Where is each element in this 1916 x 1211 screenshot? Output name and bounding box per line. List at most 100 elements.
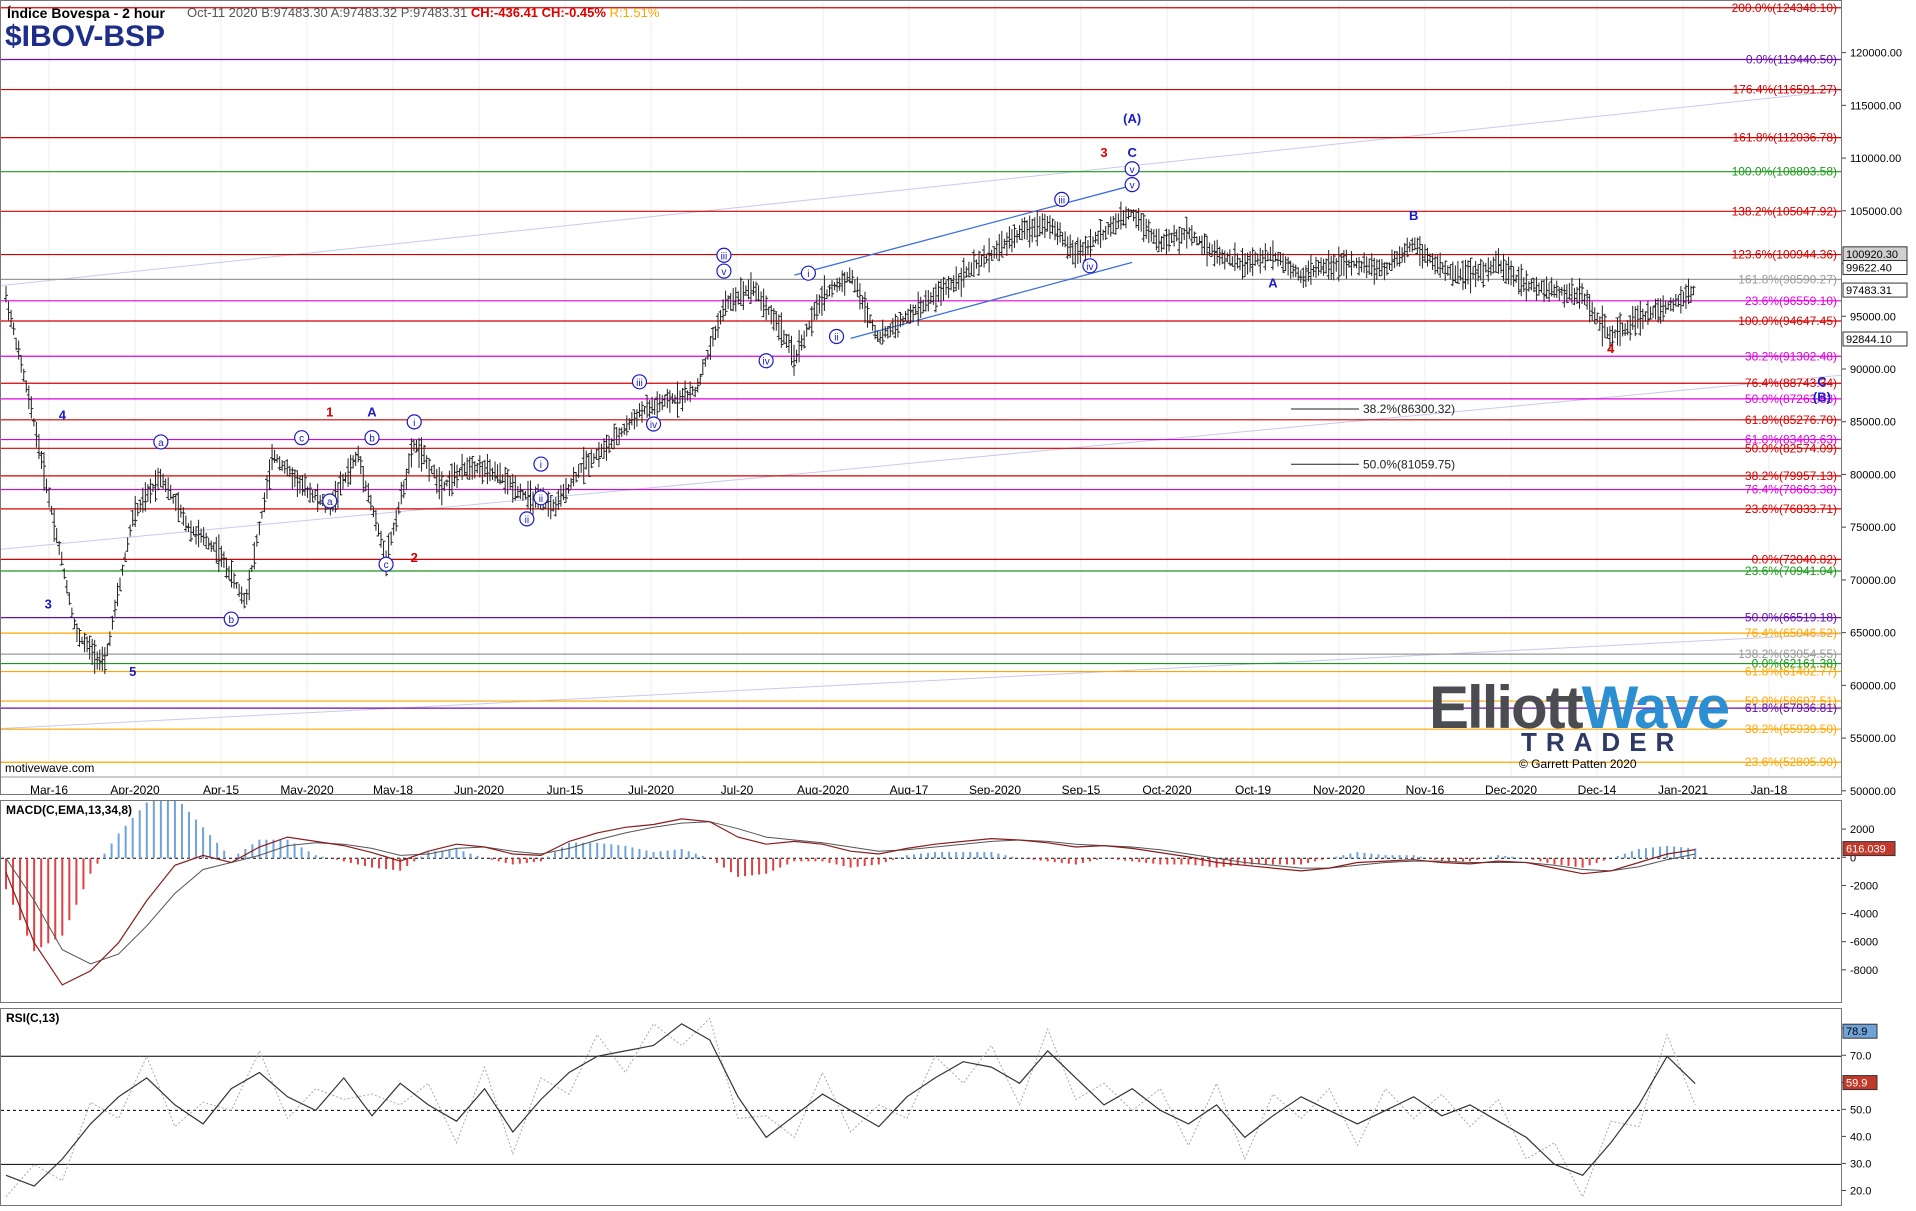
fib-level-label: 61.8%(57936.81)	[1745, 701, 1837, 715]
wave-label: 5	[129, 664, 136, 679]
fib-level-label: 100.0%(94647.45)	[1738, 314, 1837, 328]
x-tick-label: Oct-19	[1235, 783, 1271, 795]
price-pane[interactable]: Mar-16 Apr-2020 Apr-15 May-2020 May-18 Jun-20…	[0, 0, 1842, 795]
wave-circle-label: iv	[650, 420, 657, 431]
y-tick-label: 60000.00	[1850, 680, 1896, 692]
rsi-value-label: 78.9	[1846, 1026, 1867, 1038]
wave-circle-label: iii	[1058, 195, 1065, 206]
macd-title: MACD(C,EMA,13,34,8)	[6, 803, 133, 817]
wave-circle-label: i	[540, 460, 542, 471]
trend-line	[1, 90, 1841, 287]
copyright-note: © Garrett Patten 2020	[1519, 757, 1637, 771]
logo-subtitle: TRADER	[1521, 727, 1684, 757]
price-box-label: 97483.31	[1846, 285, 1892, 297]
wave-label: 4	[1607, 341, 1615, 356]
price-axis-svg: 50000.00 55000.00 60000.00 65000.00 70000.00…	[1842, 48, 1908, 798]
quote-change: CH:-436.41 CH:-0.45%	[470, 5, 606, 20]
wave-label: (B)	[1813, 390, 1831, 405]
macd-axis[interactable]: 2000 0 -2000 -4000 -6000 -8000 616.039	[1842, 800, 1916, 1003]
y-tick-label: 115000.00	[1850, 100, 1901, 112]
quote-range: R:1.51%	[609, 5, 660, 20]
x-tick-label: Dec-2020	[1485, 783, 1537, 795]
wave-circle-label: iii	[636, 378, 643, 389]
macd-pane[interactable]: MACD(C,EMA,13,34,8)	[0, 800, 1842, 1003]
rsi-fast-line	[5, 1017, 1696, 1199]
wave-label: C	[1817, 374, 1827, 389]
wave-circle-label: v	[1130, 165, 1135, 176]
rsi-line	[5, 1023, 1696, 1187]
x-tick-label: Jan-18	[1751, 783, 1788, 795]
x-tick-label: Sep-2020	[969, 783, 1021, 795]
fib-level-label: 76.4%(78663.38)	[1745, 483, 1837, 497]
price-box-label: 99622.40	[1846, 263, 1892, 275]
x-tick-label: Jul-20	[721, 783, 754, 795]
quote-prices: Oct-11 2020 B:97483.30 A:97483.32 P:9748…	[187, 5, 468, 20]
x-tick-label: Mar-16	[30, 783, 68, 795]
x-tick-label: Sep-15	[1062, 783, 1101, 795]
wave-circle-label: a	[327, 497, 333, 508]
y-tick-label: -2000	[1850, 880, 1878, 892]
wave-circle-label: a	[158, 438, 164, 449]
x-tick-label: May-2020	[280, 783, 334, 795]
target-label: 38.2%(86300.32)	[1363, 402, 1455, 416]
x-tick-label: Jun-2020	[454, 783, 504, 795]
macd-value-label: 616.039	[1846, 844, 1886, 856]
rsi-value-label: 59.9	[1846, 1078, 1867, 1090]
fib-level-label: 123.6%(100944.36)	[1732, 248, 1837, 262]
y-tick-label: 80000.00	[1850, 469, 1896, 481]
x-tick-label: Apr-2020	[110, 783, 160, 795]
y-tick-label: -8000	[1850, 965, 1878, 977]
wave-label: A	[1268, 276, 1278, 291]
wave-label: B	[1409, 208, 1418, 223]
y-tick-label: 20.0	[1850, 1185, 1871, 1197]
fib-level-label: 138.2%(105047.92)	[1732, 204, 1837, 218]
price-box-label: 100920.30	[1846, 249, 1898, 261]
wave-circle-label: iv	[1086, 262, 1093, 273]
wave-circle-label: i	[413, 418, 415, 429]
wave-circle-label: b	[369, 434, 375, 445]
rsi-axis-svg: 80.070.060.050.040.030.020.078.959.9	[1842, 1023, 1878, 1197]
y-tick-label: 55000.00	[1850, 733, 1896, 745]
fib-level-label: 23.6%(70941.04)	[1745, 564, 1837, 578]
fib-level-label: 23.6%(76833.71)	[1745, 502, 1837, 516]
price-axis[interactable]: 50000.00 55000.00 60000.00 65000.00 70000.00…	[1842, 0, 1916, 798]
y-tick-label: 75000.00	[1850, 522, 1896, 534]
x-tick-label: Aug-2020	[797, 783, 849, 795]
macd-axis-svg: 20000-2000-4000-6000-8000616.039	[1842, 824, 1896, 977]
x-tick-label: Dec-14	[1578, 783, 1617, 795]
fib-level-label: 161.8%(98590.27)	[1738, 272, 1837, 286]
fib-level-label: 100.0%(108803.58)	[1732, 165, 1837, 179]
wave-label: 4	[59, 408, 67, 423]
fib-level-label: 0.0%(119440.50)	[1746, 53, 1837, 67]
fib-level-label: 61.8%(61402.77)	[1745, 665, 1837, 679]
wave-label: 3	[1100, 145, 1107, 160]
y-tick-label: 105000.00	[1850, 206, 1902, 218]
y-tick-label: -4000	[1850, 909, 1878, 921]
wave-circle-label: i	[807, 269, 809, 280]
x-tick-label: Jan-2021	[1658, 783, 1708, 795]
brand-watermark: motivewave.com	[5, 761, 95, 775]
y-tick-label: 95000.00	[1850, 311, 1896, 323]
x-tick-label: May-18	[373, 783, 413, 795]
fib-level-label: 23.6%(96559.10)	[1745, 294, 1837, 308]
rsi-title: RSI(C,13)	[6, 1011, 60, 1025]
y-tick-label: 120000.00	[1850, 48, 1902, 60]
wave-label: 3	[45, 596, 52, 611]
macd-chart[interactable]	[1, 801, 1842, 1003]
rsi-axis[interactable]: 80.070.060.050.040.030.020.078.959.9	[1842, 1008, 1916, 1206]
y-tick-label: 2000	[1850, 824, 1874, 836]
x-tick-label: Jun-15	[547, 783, 584, 795]
wave-circle-label: v	[721, 267, 726, 278]
x-tick-label: Aug-17	[890, 783, 929, 795]
rsi-chart[interactable]	[1, 1009, 1842, 1206]
y-tick-label: 70000.00	[1850, 575, 1896, 587]
y-tick-label: 85000.00	[1850, 417, 1896, 429]
wave-label: A	[367, 404, 377, 419]
fib-level-label: 50.0%(82574.09)	[1745, 441, 1837, 455]
wave-circle-label: v	[1130, 181, 1135, 192]
y-tick-label: 40.0	[1850, 1131, 1871, 1143]
wave-circle-label: ii	[539, 494, 543, 505]
rsi-pane[interactable]: RSI(C,13)	[0, 1008, 1842, 1206]
y-tick-label: 65000.00	[1850, 628, 1896, 640]
y-tick-label: 110000.00	[1850, 153, 1901, 165]
